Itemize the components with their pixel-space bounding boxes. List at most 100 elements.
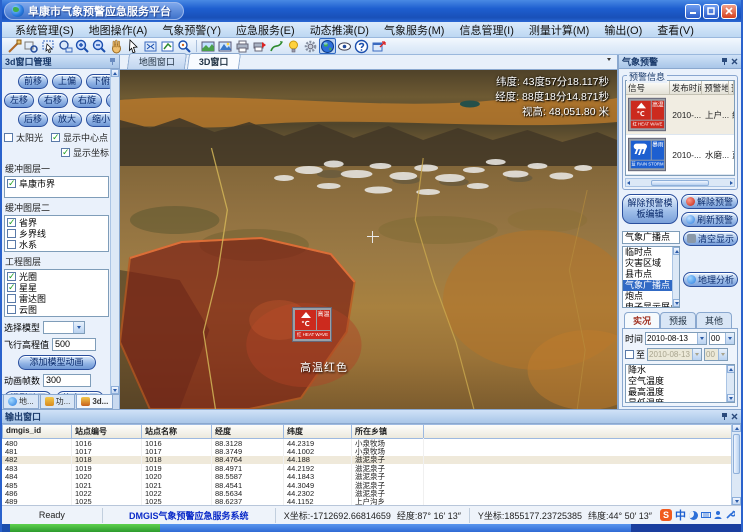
pan-hand-icon[interactable] <box>108 38 125 54</box>
chevron-down-icon[interactable] <box>697 333 706 344</box>
dock-tab-map[interactable]: 地... <box>3 395 39 409</box>
scroll-up-icon[interactable] <box>111 69 119 77</box>
warning-row-rain[interactable]: 暴雨 蓝 RAIN STORM 2010-... 水磨... 蓝 <box>626 135 734 175</box>
flight-height-input[interactable]: 500 <box>52 338 96 351</box>
heat-warning-map-icon[interactable]: ℃ 高温 红 HEAT WAVE <box>292 307 332 342</box>
tab-3d-window[interactable]: 3D窗口 <box>187 53 241 69</box>
list-item[interactable]: 灾害区域 <box>623 258 672 269</box>
pin-icon[interactable] <box>721 57 728 66</box>
output-vscrollbar[interactable] <box>731 424 741 505</box>
map-image-icon[interactable] <box>200 38 217 54</box>
full-extent-icon[interactable] <box>142 38 159 54</box>
scene-image-icon[interactable] <box>217 38 234 54</box>
print-export-icon[interactable] <box>251 38 268 54</box>
tab-live[interactable]: 实况 <box>624 312 660 328</box>
move-left-button[interactable]: 左移 <box>4 93 34 108</box>
list-item[interactable]: 降水 <box>626 365 726 376</box>
col-dmgis-id[interactable]: dmgis_id <box>2 424 72 439</box>
frame-count-input[interactable]: 300 <box>43 374 91 387</box>
menu-output[interactable]: 输出(O) <box>597 22 649 38</box>
layer-checkbox[interactable] <box>7 305 16 314</box>
col-station-name[interactable]: 站点名称 <box>142 424 212 439</box>
col-station-no[interactable]: 站点编号 <box>72 424 142 439</box>
refresh-warning-button[interactable]: 刷新预警 <box>681 212 738 227</box>
show-coords-checkbox[interactable] <box>61 148 70 157</box>
layer-checkbox[interactable] <box>7 218 16 227</box>
buffer-layer1-list[interactable]: 阜康市界 <box>4 176 109 198</box>
layer-checkbox[interactable] <box>7 272 16 281</box>
visibility-eye-icon[interactable] <box>336 38 353 54</box>
dock-tab-3d-manage[interactable]: 3d... <box>76 395 113 409</box>
chevron-down-icon[interactable] <box>73 322 84 333</box>
light-icon[interactable] <box>285 38 302 54</box>
menu-dynamic[interactable]: 动态推演(D) <box>303 22 376 38</box>
minimize-button[interactable] <box>685 4 701 19</box>
identify-icon[interactable] <box>176 38 193 54</box>
remove-warning-button[interactable]: 解除预警 <box>681 194 738 209</box>
tab-other[interactable]: 其他 <box>696 312 732 328</box>
left-panel-vscrollbar[interactable] <box>110 69 119 394</box>
move-back-button[interactable]: 后移 <box>18 112 48 127</box>
layer-checkbox[interactable] <box>7 179 16 188</box>
date-combo[interactable]: 2010-08-13 <box>645 332 707 345</box>
list-item-selected[interactable]: 气象广播点 <box>623 280 672 291</box>
rotate-right-button[interactable]: 右旋 <box>72 93 102 108</box>
tilt-up-button[interactable]: 上偏 <box>52 74 82 89</box>
pointer-icon[interactable] <box>125 38 142 54</box>
col-longitude[interactable]: 经度 <box>212 424 284 439</box>
add-model-animation-button[interactable]: 添加模型动画 <box>18 355 96 370</box>
to-date-checkbox[interactable] <box>625 350 634 359</box>
tab-list-dropdown-icon[interactable] <box>607 58 611 61</box>
menu-weather-service[interactable]: 气象服务(M) <box>377 22 452 38</box>
project-layer-list[interactable]: 光圈 星星 雷达图 云图 <box>4 269 109 317</box>
pin-icon[interactable] <box>109 57 116 66</box>
scroll-thumb[interactable] <box>733 434 740 474</box>
person-icon[interactable] <box>714 510 722 520</box>
model-animation-button[interactable]: 模型动画 <box>4 391 52 394</box>
warning-table-hscrollbar[interactable] <box>625 178 735 187</box>
chevron-down-icon[interactable] <box>725 333 734 344</box>
tab-forecast[interactable]: 预报 <box>660 312 696 328</box>
ime-chinese-icon[interactable]: 中 <box>675 507 686 523</box>
menu-weather-warning[interactable]: 气象预警(Y) <box>155 22 228 38</box>
moon-mode-icon[interactable] <box>689 511 698 520</box>
buffer-layer2-list[interactable]: 省界 乡界线 水系 <box>4 215 109 252</box>
menu-view[interactable]: 查看(V) <box>650 22 701 38</box>
print-icon[interactable] <box>234 38 251 54</box>
pin-icon[interactable] <box>721 412 728 421</box>
layer-checkbox[interactable] <box>7 229 16 238</box>
close-panel-icon[interactable] <box>731 58 738 65</box>
flight-path-icon[interactable] <box>268 38 285 54</box>
zoom-out-icon[interactable] <box>91 38 108 54</box>
restore-button[interactable] <box>703 4 719 19</box>
close-panel-icon[interactable] <box>731 413 738 420</box>
menu-map-ops[interactable]: 地图操作(A) <box>82 22 155 38</box>
tab-map-window[interactable]: 地图窗口 <box>127 53 187 69</box>
help-icon[interactable] <box>353 38 370 54</box>
stop-animation-button[interactable]: 停止动画 <box>56 391 104 394</box>
zoom-selection-icon[interactable] <box>57 38 74 54</box>
zoom-in-icon[interactable] <box>74 38 91 54</box>
sunlight-checkbox[interactable] <box>4 133 13 142</box>
geo-analysis-button[interactable]: 地理分析 <box>683 272 738 287</box>
taskbar-sliver[interactable] <box>2 524 741 532</box>
menu-emergency[interactable]: 应急服务(E) <box>229 22 302 38</box>
zoom-window-icon[interactable] <box>23 38 40 54</box>
dock-tab-function[interactable]: 功... <box>40 395 76 409</box>
clear-display-button[interactable]: 清空显示 <box>683 231 738 246</box>
point-list-vscrollbar[interactable] <box>672 247 679 307</box>
list-item[interactable]: 空气温度 <box>626 376 726 387</box>
model-select-combo[interactable] <box>43 321 85 334</box>
measure-icon[interactable] <box>6 38 23 54</box>
scroll-down-icon[interactable] <box>732 497 741 505</box>
hour-combo[interactable]: 00 <box>709 332 735 345</box>
sogou-ime-icon[interactable]: S <box>660 509 672 521</box>
globe-3d-icon[interactable] <box>319 38 336 54</box>
list-item[interactable]: 炮点 <box>623 291 672 302</box>
weather-element-list[interactable]: 降水 空气温度 最高温度 最低温度 地表温度 <box>625 364 735 403</box>
menu-system[interactable]: 系统管理(S) <box>8 22 81 38</box>
list-item[interactable]: 电子显示屏点 <box>623 302 672 308</box>
broadcast-point-input[interactable]: 气象广播点 <box>622 231 680 244</box>
list-item[interactable]: 临时点 <box>623 247 672 258</box>
show-center-checkbox[interactable] <box>51 133 60 142</box>
